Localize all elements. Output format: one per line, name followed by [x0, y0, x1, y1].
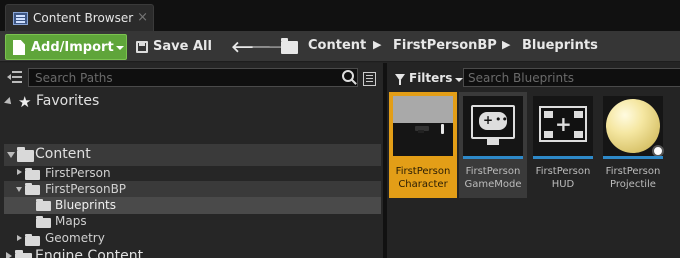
- search-blueprints-input[interactable]: Search Blueprints: [463, 68, 680, 87]
- add-import-label: Add/Import: [31, 40, 114, 55]
- search-paths-placeholder: Search Paths: [35, 71, 113, 85]
- asset-tile-firstperson-character[interactable]: FirstPerson Character: [389, 92, 457, 198]
- breadcrumb-separator-icon[interactable]: ▶: [502, 38, 510, 51]
- tree-item-firstpersonbp[interactable]: FirstPersonBP: [4, 181, 381, 198]
- filters-label: Filters: [409, 71, 453, 85]
- figure-model: [441, 124, 444, 134]
- character-thumbnail: [393, 96, 453, 156]
- breadcrumb-content[interactable]: Content: [308, 38, 366, 53]
- chevron-down-icon: [116, 46, 124, 50]
- monitor-icon: [471, 105, 515, 145]
- content-browser-icon: [13, 12, 28, 25]
- tree-item-label: Content: [35, 146, 91, 162]
- search-paths-input[interactable]: Search Paths: [28, 68, 358, 87]
- save-icon: [136, 41, 148, 53]
- star-icon: ★: [18, 93, 32, 111]
- hud-thumbnail: +: [533, 96, 593, 156]
- view-options-icon[interactable]: [363, 72, 376, 86]
- chevron-down-icon: [455, 78, 463, 82]
- tree-item-label: Blueprints: [55, 198, 117, 212]
- tree-item-maps[interactable]: Maps: [55, 214, 87, 228]
- folder-icon: [25, 168, 40, 180]
- gamemode-thumbnail: [463, 96, 523, 156]
- folder-icon: [281, 38, 298, 54]
- breadcrumb-blueprints[interactable]: Blueprints: [522, 38, 598, 53]
- expand-arrow-icon[interactable]: [17, 169, 22, 175]
- sources-panel: Search Paths ★ Favorites Content FirstPe…: [0, 63, 383, 258]
- folder-icon: [25, 183, 40, 195]
- sphere-icon: [606, 99, 660, 153]
- folder-icon: [15, 250, 32, 258]
- search-icon: [342, 70, 354, 82]
- tree-item-label: FirstPersonBP: [45, 182, 127, 196]
- asset-type-bar: [463, 156, 523, 159]
- breadcrumb-separator-icon[interactable]: ▶: [373, 38, 381, 51]
- sphere-thumbnail: [603, 96, 664, 157]
- asset-tile-firstperson-projectile[interactable]: FirstPerson Projectile: [599, 92, 667, 198]
- close-icon[interactable]: ×: [137, 10, 148, 25]
- tab-bar: Content Browser ×: [0, 0, 680, 31]
- folder-icon: [36, 216, 51, 228]
- folder-icon: [17, 147, 34, 162]
- asset-view: Filters Search Blueprints FirstPerson Cha…: [387, 63, 680, 258]
- favorites-header[interactable]: Favorites: [36, 93, 99, 109]
- tree-item-firstperson[interactable]: FirstPerson: [45, 166, 111, 180]
- add-import-button[interactable]: Add/Import: [5, 34, 127, 60]
- collapse-favorites-icon[interactable]: [4, 97, 14, 107]
- tree-item-engine-content[interactable]: Engine Content: [35, 248, 143, 258]
- asset-type-bar: [533, 156, 593, 159]
- tree-item-content[interactable]: Content: [4, 144, 381, 166]
- toolbar: Add/Import Save All 🡐 🡒 Content ▶ FirstP…: [0, 31, 680, 62]
- asset-tile-firstperson-gamemode[interactable]: FirstPersonGameMode: [459, 92, 527, 198]
- folder-icon: [36, 199, 51, 211]
- toggle-sources-icon[interactable]: [7, 70, 23, 84]
- tree-item-blueprints[interactable]: Blueprints: [4, 197, 381, 214]
- gun-model: [415, 126, 429, 133]
- folder-icon: [25, 234, 40, 246]
- asset-name: FirstPerson Character: [395, 166, 451, 190]
- new-document-icon: [13, 40, 25, 55]
- expand-arrow-icon[interactable]: [16, 187, 22, 192]
- filter-icon: [395, 74, 405, 85]
- expand-arrow-icon[interactable]: [7, 152, 15, 158]
- tab-content-browser[interactable]: Content Browser ×: [5, 4, 154, 31]
- asset-name: FirstPerson HUD: [535, 166, 591, 190]
- save-all-label: Save All: [153, 39, 212, 54]
- expand-arrow-icon[interactable]: [17, 235, 22, 241]
- asset-type-bar: [603, 156, 663, 159]
- asset-name: FirstPerson Projectile: [605, 166, 661, 190]
- hud-icon: +: [539, 106, 587, 142]
- expand-arrow-icon[interactable]: [6, 252, 12, 258]
- breadcrumb-firstpersonbp[interactable]: FirstPersonBP: [393, 38, 497, 53]
- asset-tile-firstperson-hud[interactable]: + FirstPerson HUD: [529, 92, 597, 198]
- tree-item-geometry[interactable]: Geometry: [45, 231, 105, 245]
- asset-name: FirstPerson GameMode: [464, 166, 522, 190]
- gamepad-icon: [479, 112, 508, 130]
- save-all-button[interactable]: Save All: [133, 34, 213, 60]
- tab-label: Content Browser: [33, 11, 134, 25]
- search-blueprints-placeholder: Search Blueprints: [468, 71, 575, 85]
